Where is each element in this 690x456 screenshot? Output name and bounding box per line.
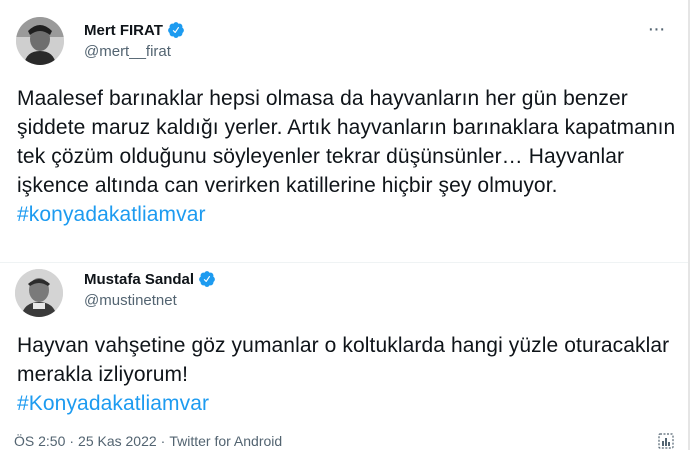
author-handle[interactable]: @mert__firat xyxy=(84,43,171,60)
avatar[interactable] xyxy=(16,17,64,65)
hashtag-link[interactable]: #konyadakatliamvar xyxy=(17,203,206,226)
tweet-text: Hayvan vahşetine göz yumanlar o koltukla… xyxy=(17,331,677,418)
author-handle[interactable]: @mustinetnet xyxy=(84,292,177,309)
tweet-mustafa-sandal[interactable]: Mustafa Sandal @mustinetnet Hayvan vahşe… xyxy=(0,263,690,450)
more-horizontal-icon[interactable]: ··· xyxy=(644,19,668,42)
tweet-source[interactable]: Twitter for Android xyxy=(169,433,282,449)
author-name-row: Mert FIRAT xyxy=(84,21,185,39)
tweet-body: Maalesef barınaklar hepsi olmasa da hayv… xyxy=(17,87,676,197)
hashtag-link[interactable]: #Konyadakatliamvar xyxy=(17,392,209,415)
tweet-metadata: ÖS 2:50 · 25 Kas 2022 · Twitter for Android xyxy=(14,433,282,449)
author-display-name[interactable]: Mustafa Sandal xyxy=(84,271,194,288)
avatar[interactable] xyxy=(15,269,63,317)
separator: · xyxy=(160,433,166,449)
tweet-time[interactable]: ÖS 2:50 xyxy=(14,433,65,449)
analytics-icon[interactable] xyxy=(656,431,676,451)
author-display-name[interactable]: Mert FIRAT xyxy=(84,22,163,39)
verified-badge-icon xyxy=(198,270,216,288)
separator: · xyxy=(69,433,75,449)
verified-badge-icon xyxy=(167,21,185,39)
tweet-date[interactable]: 25 Kas 2022 xyxy=(78,433,157,449)
tweet-mert-firat[interactable]: Mert FIRAT @mert__firat ··· Maalesef bar… xyxy=(0,0,690,263)
tweet-text: Maalesef barınaklar hepsi olmasa da hayv… xyxy=(17,84,677,229)
author-name-row: Mustafa Sandal xyxy=(84,270,216,288)
tweet-body: Hayvan vahşetine göz yumanlar o koltukla… xyxy=(17,334,670,386)
